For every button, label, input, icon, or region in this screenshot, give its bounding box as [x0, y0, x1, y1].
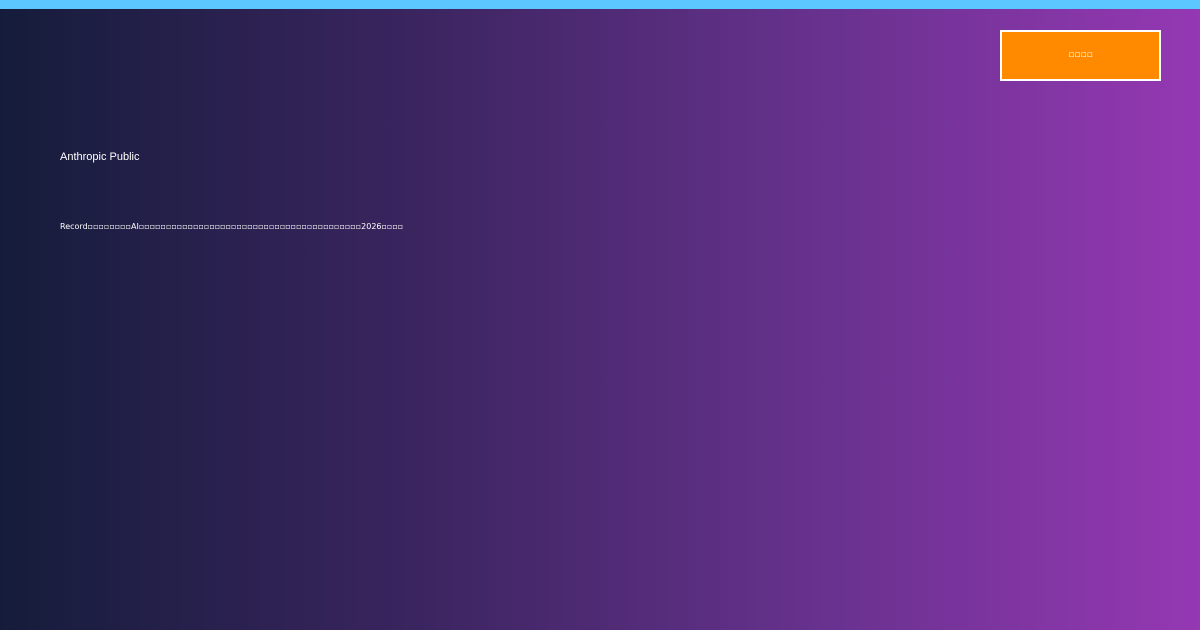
headline-text: Record▫▫▫▫▫▫▫▫AI▫▫▫▫▫▫▫▫▫▫▫▫▫▫▫▫▫▫▫▫▫▫▫▫… [60, 222, 404, 231]
top-accent-stripe [0, 0, 1200, 9]
cta-button[interactable]: ▫▫▫▫ [1000, 30, 1161, 81]
brand-label: Anthropic Public [60, 151, 140, 163]
